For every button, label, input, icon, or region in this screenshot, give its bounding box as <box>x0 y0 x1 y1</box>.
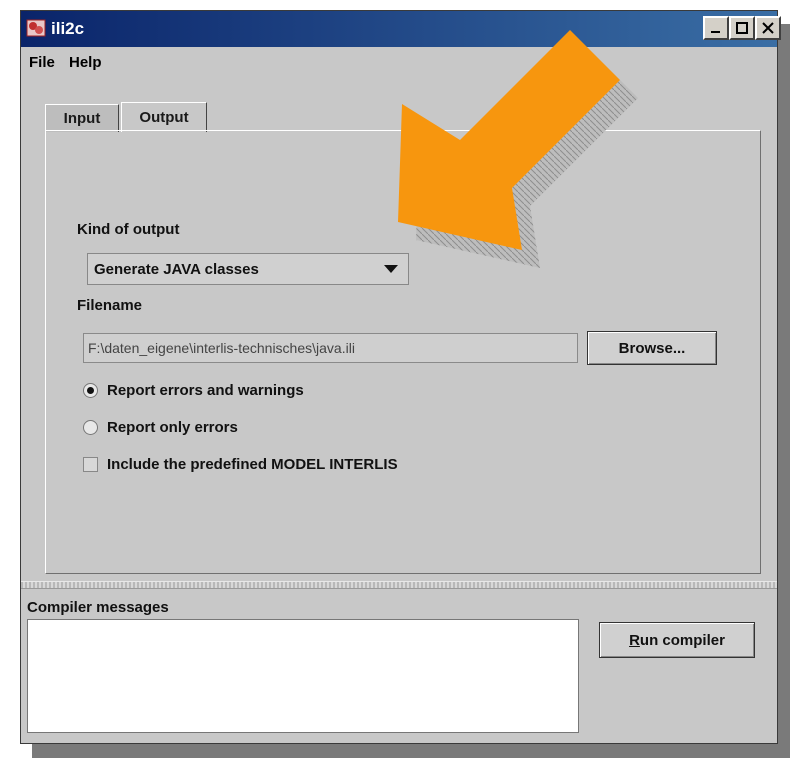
browse-label: Browse... <box>618 339 686 357</box>
kind-of-output-select[interactable]: Generate JAVA classes <box>87 253 409 285</box>
kind-of-output-label: Kind of output <box>77 221 180 238</box>
tab-output-label: Output <box>139 109 189 126</box>
radio-selected-dot <box>87 387 94 394</box>
app-icon <box>26 19 46 37</box>
run-compiler-mnemonic: R <box>629 631 640 649</box>
radio-report-only-errors[interactable] <box>83 420 98 435</box>
radio-report-only-errors-label[interactable]: Report only errors <box>107 419 238 436</box>
tab-input-label: Input <box>63 110 101 127</box>
orange-arrow-icon <box>398 30 638 268</box>
run-compiler-rest: un compiler <box>639 631 725 649</box>
compiler-messages-area[interactable] <box>27 619 579 733</box>
minimize-icon <box>711 31 720 33</box>
filename-value: F:\daten_eigene\interlis-technisches\jav… <box>88 340 355 356</box>
tab-output[interactable]: Output <box>121 102 207 132</box>
include-model-interlis-label[interactable]: Include the predefined MODEL INTERLIS <box>107 456 398 473</box>
compiler-messages-label: Compiler messages <box>27 599 169 616</box>
filename-field[interactable]: F:\daten_eigene\interlis-technisches\jav… <box>83 333 578 363</box>
run-compiler-button[interactable]: Run compiler <box>599 622 755 658</box>
browse-button[interactable]: Browse... <box>587 331 717 365</box>
split-pane-divider[interactable] <box>21 581 777 589</box>
maximize-icon <box>736 22 748 34</box>
radio-report-errors-warnings[interactable] <box>83 383 98 398</box>
minimize-button[interactable] <box>703 16 729 40</box>
window-title: ili2c <box>51 19 85 38</box>
menu-file[interactable]: File <box>29 54 55 71</box>
radio-report-errors-warnings-label[interactable]: Report errors and warnings <box>107 382 304 399</box>
include-model-interlis-checkbox[interactable] <box>83 457 98 472</box>
close-button[interactable] <box>755 16 781 40</box>
menu-help[interactable]: Help <box>69 54 102 71</box>
kind-of-output-value: Generate JAVA classes <box>94 261 259 278</box>
maximize-button[interactable] <box>729 16 755 40</box>
close-icon <box>762 22 774 34</box>
filename-label: Filename <box>77 297 143 314</box>
run-compiler-label: Run compiler <box>629 632 725 649</box>
tab-input[interactable]: Input <box>45 104 119 132</box>
